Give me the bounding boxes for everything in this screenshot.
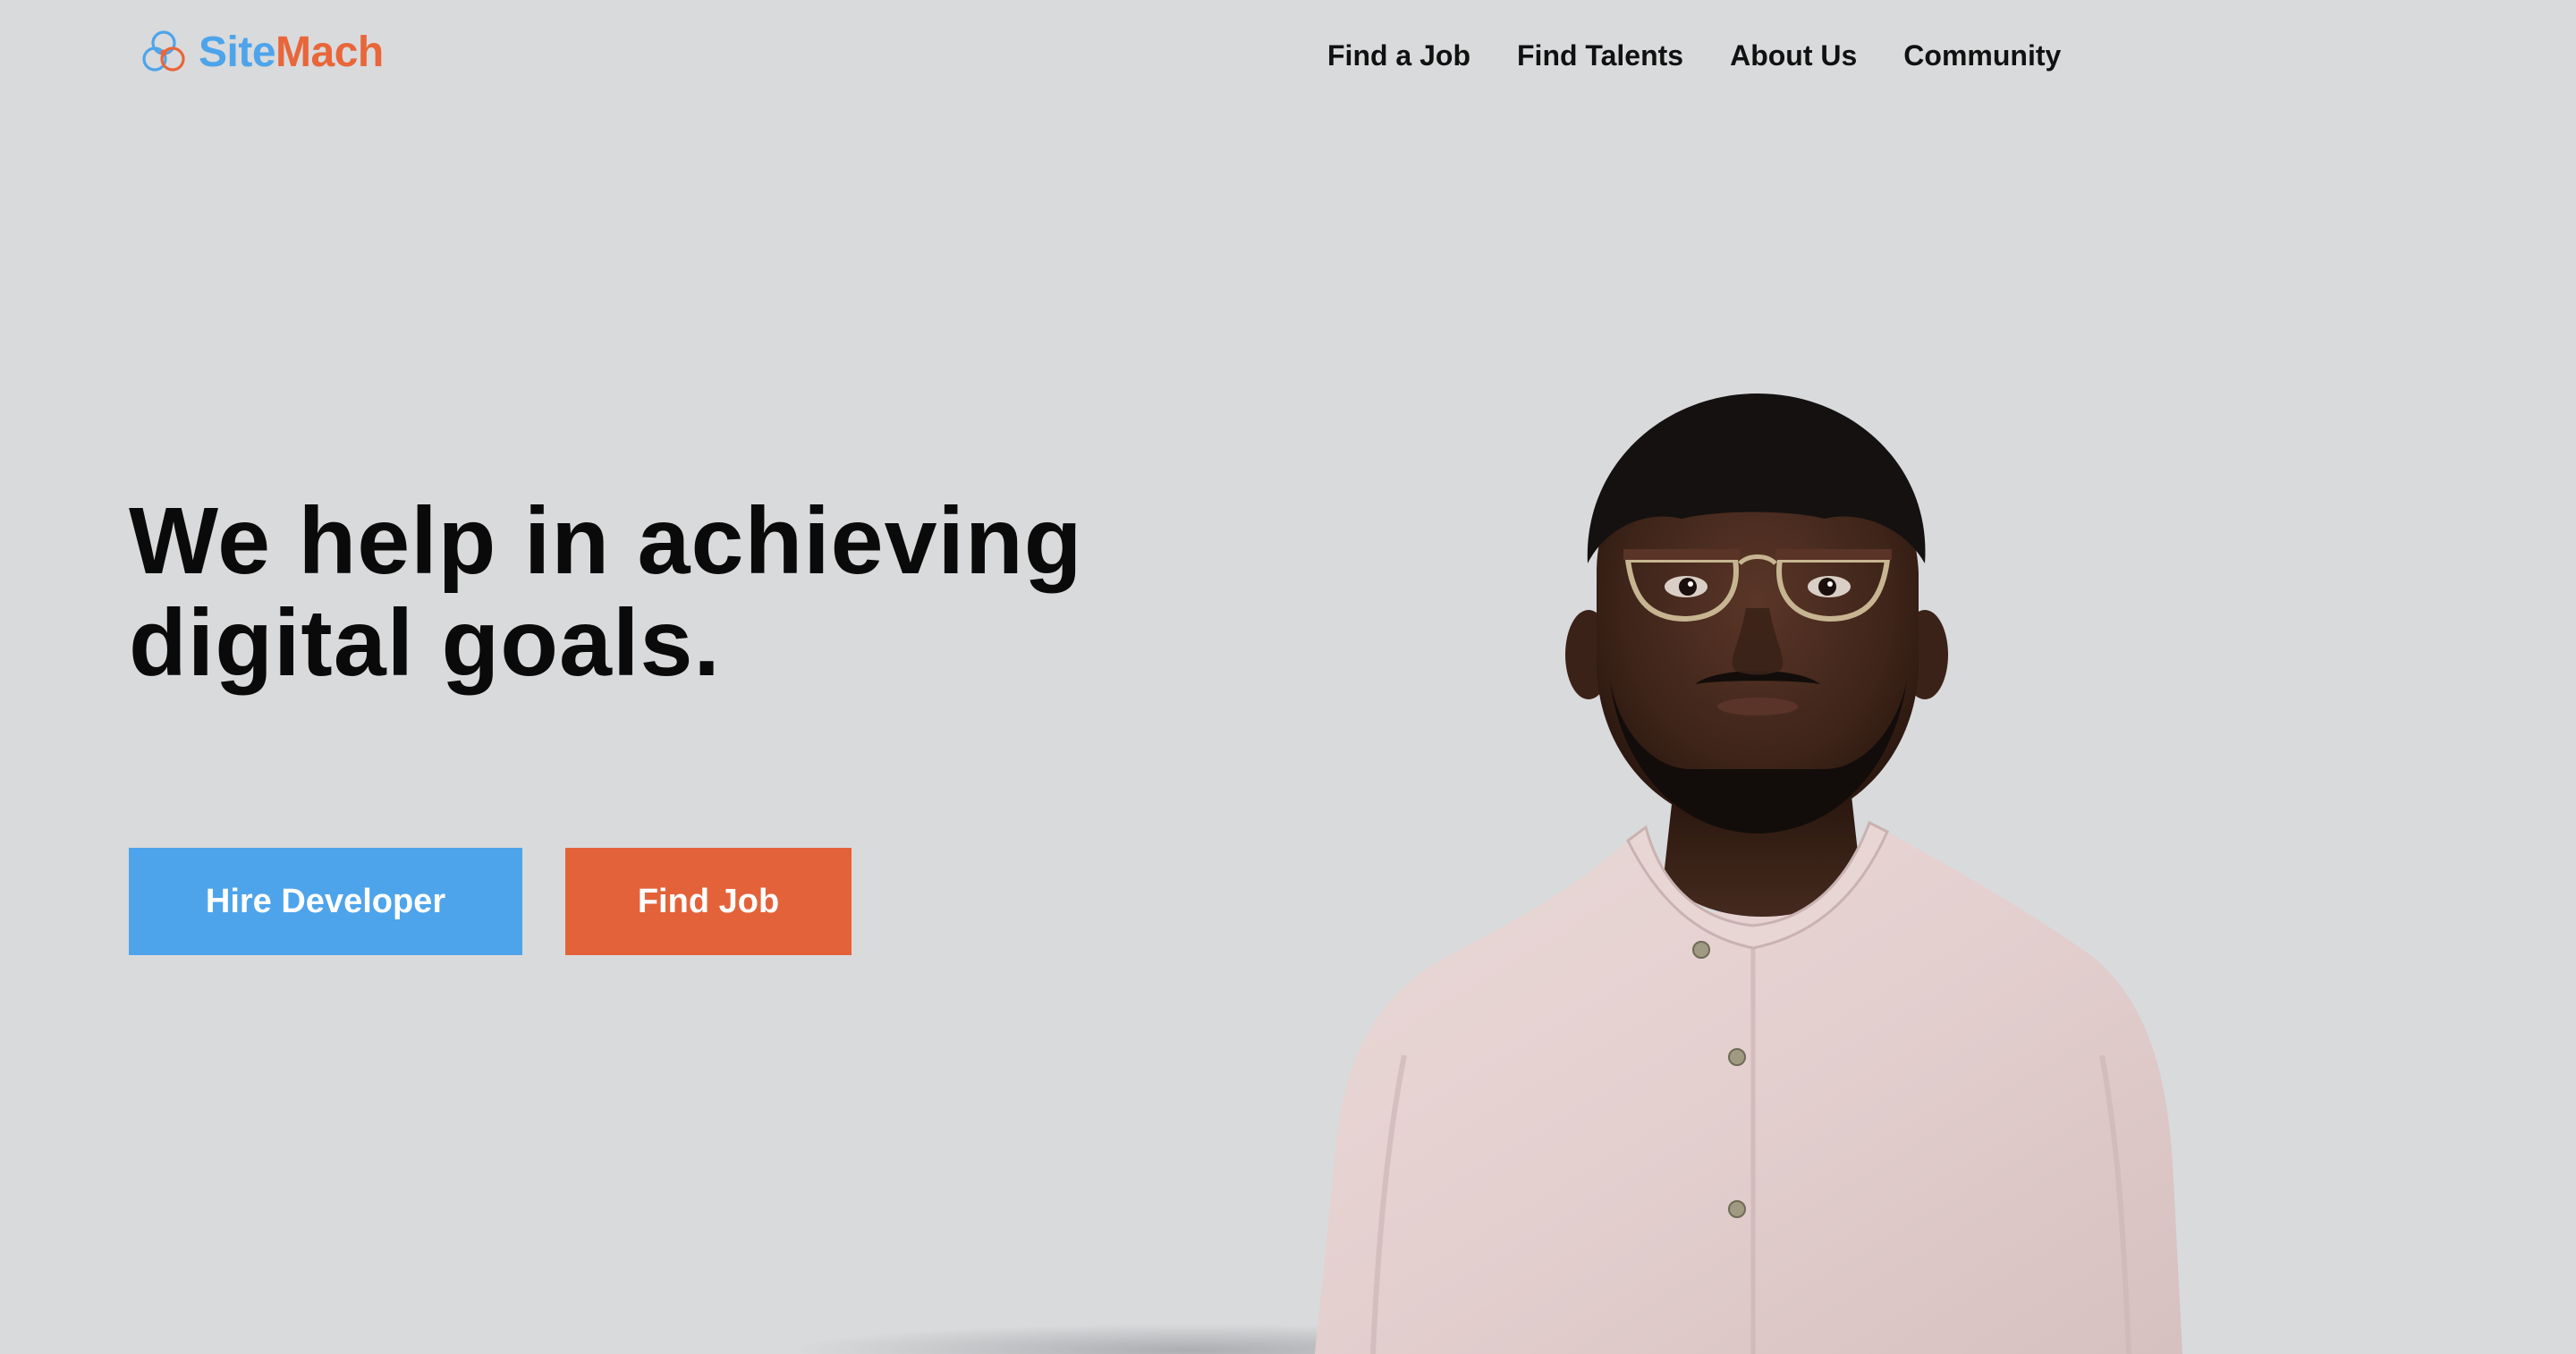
nav-find-talents[interactable]: Find Talents [1517,34,1683,77]
hero-headline-line1: We help in achieving [129,488,1083,594]
nav-find-a-job[interactable]: Find a Job [1327,34,1470,77]
hero-headline-line2: digital goals. [129,590,721,696]
trefoil-logo-icon [136,25,191,80]
logo-text-mach: Mach [275,29,384,76]
hero-headline: We help in achieving digital goals. [129,490,1202,694]
logo-text-site: Site [199,29,276,76]
landing-page: SiteMach Find a Job Find Talents About U… [0,0,2576,1354]
hire-developer-button[interactable]: Hire Developer [129,848,522,955]
portrait-photo [1288,376,2218,1354]
nav-about-us[interactable]: About Us [1730,34,1857,77]
logo-wordmark: SiteMach [199,31,384,74]
nav-community[interactable]: Community [1903,34,2061,77]
site-logo[interactable]: SiteMach [136,25,384,80]
main-nav: Find a Job Find Talents About Us Communi… [1327,34,2061,77]
find-job-button[interactable]: Find Job [565,848,852,955]
